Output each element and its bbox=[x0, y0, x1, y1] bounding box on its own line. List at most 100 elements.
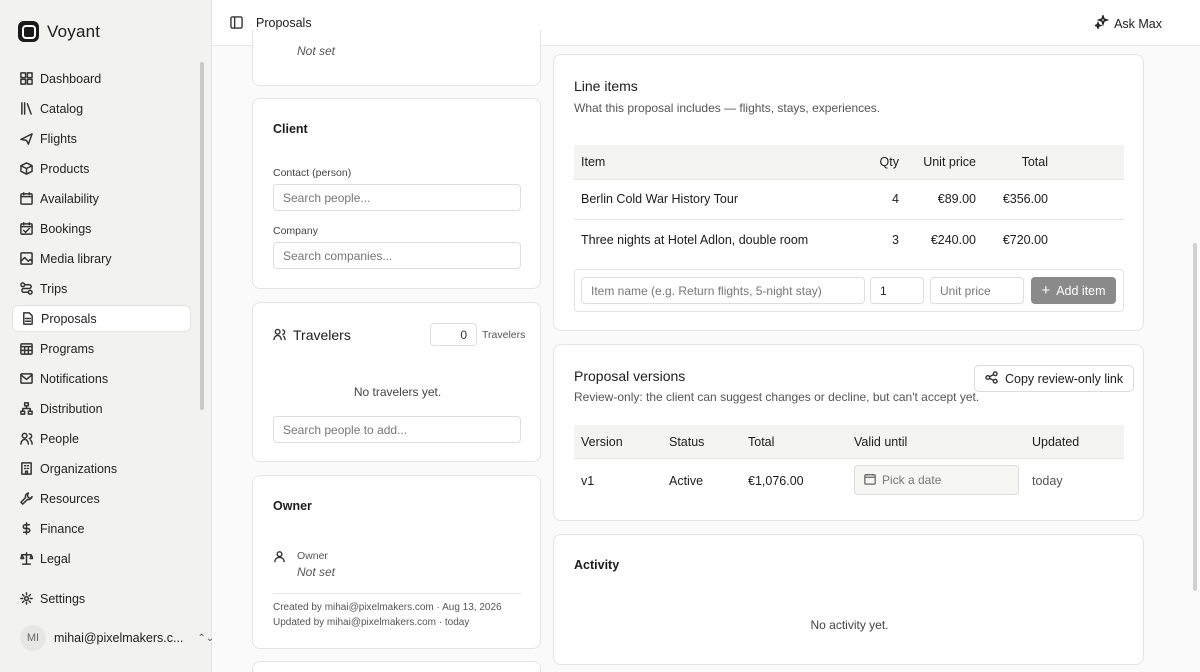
sidebar-item-resources[interactable]: Resources bbox=[12, 485, 191, 512]
sidebar-item-distribution[interactable]: Distribution bbox=[12, 395, 191, 422]
item-qty-input[interactable]: 1 bbox=[870, 277, 924, 304]
valid-until-date-picker[interactable]: Pick a date bbox=[854, 465, 1019, 495]
sidebar-item-notifications[interactable]: Notifications bbox=[12, 365, 191, 392]
version-total: €1,076.00 bbox=[748, 474, 804, 488]
column-header-unit-price: Unit price bbox=[923, 155, 976, 169]
column-header-total: Total bbox=[1021, 155, 1048, 169]
breadcrumb[interactable]: Proposals bbox=[256, 16, 312, 30]
sidebar-item-programs[interactable]: Programs bbox=[12, 335, 191, 362]
item-name: Three nights at Hotel Adlon, double room bbox=[581, 233, 809, 247]
sidebar-item-trips[interactable]: Trips bbox=[12, 275, 191, 302]
company-search-input[interactable]: Search companies... bbox=[273, 242, 521, 269]
add-item-label: Add item bbox=[1056, 283, 1106, 298]
sidebar-item-label: Flights bbox=[40, 131, 77, 146]
column-header-updated: Updated bbox=[1032, 435, 1080, 449]
version-updated: today bbox=[1032, 474, 1063, 488]
sidebar-item-organizations[interactable]: Organizations bbox=[12, 455, 191, 482]
sidebar-item-label: Finance bbox=[40, 521, 85, 536]
catalog-icon bbox=[20, 102, 33, 115]
sidebar-item-finance[interactable]: Finance bbox=[12, 515, 191, 542]
sparkles-icon bbox=[1093, 13, 1110, 32]
versions-title: Proposal versions bbox=[574, 368, 686, 384]
version-number: v1 bbox=[581, 474, 595, 488]
sidebar-item-media-library[interactable]: Media library bbox=[12, 245, 191, 272]
avatar: MI bbox=[20, 625, 46, 651]
contact-label: Contact (person) bbox=[273, 167, 352, 179]
item-price-input[interactable]: Unit price bbox=[930, 277, 1024, 304]
travelers-card: Travelers 0 Travelers No travelers yet. … bbox=[252, 302, 541, 462]
line-items-card: Line items What this proposal includes —… bbox=[553, 54, 1144, 331]
column-header-qty: Qty bbox=[879, 155, 899, 169]
sidebar-item-label: People bbox=[40, 431, 79, 446]
client-card: Client Contact (person) Search people...… bbox=[252, 98, 541, 289]
sidebar-item-label: Programs bbox=[40, 341, 95, 356]
chevron-up-down-icon: ⌃⌄ bbox=[197, 632, 215, 644]
sidebar-item-flights[interactable]: Flights bbox=[12, 125, 191, 152]
ask-max-label: Ask Max bbox=[1114, 16, 1162, 31]
sidebar-item-availability[interactable]: Availability bbox=[12, 185, 191, 212]
user-icon bbox=[273, 550, 286, 566]
proposal-versions-card: Proposal versions Review-only: the clien… bbox=[553, 344, 1144, 521]
plane-icon bbox=[20, 132, 33, 145]
share-icon bbox=[985, 370, 998, 387]
brand[interactable]: Voyant bbox=[18, 21, 100, 42]
ask-max-button[interactable]: Ask Max bbox=[1093, 13, 1162, 32]
wrench-icon bbox=[20, 492, 33, 505]
scale-icon bbox=[20, 552, 33, 565]
user-menu[interactable]: MI mihai@pixelmakers.c... ⌃⌄ bbox=[20, 625, 214, 651]
row-divider bbox=[574, 179, 1124, 180]
sidebar: Voyant Dashboard Catalog Flights Product… bbox=[0, 0, 214, 672]
sidebar-toggle-icon[interactable] bbox=[230, 16, 243, 29]
copy-review-link-button[interactable]: Copy review-only link bbox=[974, 365, 1135, 392]
item-qty: 3 bbox=[892, 233, 899, 247]
copy-link-label: Copy review-only link bbox=[1005, 371, 1124, 386]
sidebar-item-products[interactable]: Products bbox=[12, 155, 191, 182]
box-icon bbox=[20, 162, 33, 175]
sidebar-item-label: Legal bbox=[40, 551, 71, 566]
sidebar-item-catalog[interactable]: Catalog bbox=[12, 95, 191, 122]
client-title: Client bbox=[273, 122, 308, 136]
line-items-title: Line items bbox=[574, 78, 638, 94]
created-by-text: Created by mihai@pixelmakers.com · Aug 1… bbox=[273, 602, 502, 613]
travelers-count-input[interactable]: 0 bbox=[430, 323, 477, 346]
sidebar-item-legal[interactable]: Legal bbox=[12, 545, 191, 572]
sidebar-item-bookings[interactable]: Bookings bbox=[12, 215, 191, 242]
travelers-count-label: Travelers bbox=[482, 329, 526, 341]
sidebar-item-label: Settings bbox=[40, 591, 86, 606]
sidebar-item-proposals[interactable]: Proposals bbox=[12, 305, 191, 332]
sidebar-item-label: Dashboard bbox=[40, 71, 102, 86]
line-items-subtitle: What this proposal includes — flights, s… bbox=[574, 101, 881, 115]
item-qty: 4 bbox=[892, 192, 899, 206]
sidebar-item-people[interactable]: People bbox=[12, 425, 191, 452]
item-unit-price: €240.00 bbox=[930, 233, 976, 247]
contact-search-input[interactable]: Search people... bbox=[273, 184, 521, 211]
sidebar-scrollbar[interactable] bbox=[200, 62, 204, 410]
settings-nav: Settings bbox=[12, 585, 191, 615]
column-header-status: Status bbox=[669, 435, 705, 449]
network-icon bbox=[20, 402, 33, 415]
updated-by-text: Updated by mihai@pixelmakers.com · today bbox=[273, 617, 470, 628]
sidebar-item-label: Trips bbox=[40, 281, 68, 296]
activity-empty-text: No activity yet. bbox=[810, 618, 889, 632]
add-item-button[interactable]: + Add item bbox=[1031, 277, 1116, 304]
top-card-value: Not set bbox=[297, 44, 336, 58]
people-icon bbox=[273, 328, 286, 344]
version-status: Active bbox=[669, 474, 704, 488]
travelers-search-input[interactable]: Search people to add... bbox=[273, 416, 521, 443]
versions-subtitle: Review-only: the client can suggest chan… bbox=[574, 390, 980, 404]
dollar-icon bbox=[20, 522, 33, 535]
main-scrollbar[interactable] bbox=[1193, 243, 1197, 591]
sidebar-item-dashboard[interactable]: Dashboard bbox=[12, 65, 191, 92]
item-name-input[interactable]: Item name (e.g. Return flights, 5-night … bbox=[581, 277, 865, 304]
item-total: €720.00 bbox=[1002, 233, 1048, 247]
gear-icon bbox=[20, 592, 33, 605]
sidebar-item-label: Products bbox=[40, 161, 90, 176]
building-icon bbox=[20, 462, 33, 475]
activity-title: Activity bbox=[574, 558, 620, 572]
user-email: mihai@pixelmakers.c... bbox=[54, 631, 184, 645]
route-icon bbox=[20, 282, 33, 295]
travelers-empty-text: No travelers yet. bbox=[353, 385, 442, 399]
brand-name: Voyant bbox=[47, 21, 101, 41]
sidebar-item-settings[interactable]: Settings bbox=[12, 585, 191, 612]
dashboard-icon bbox=[20, 72, 33, 85]
